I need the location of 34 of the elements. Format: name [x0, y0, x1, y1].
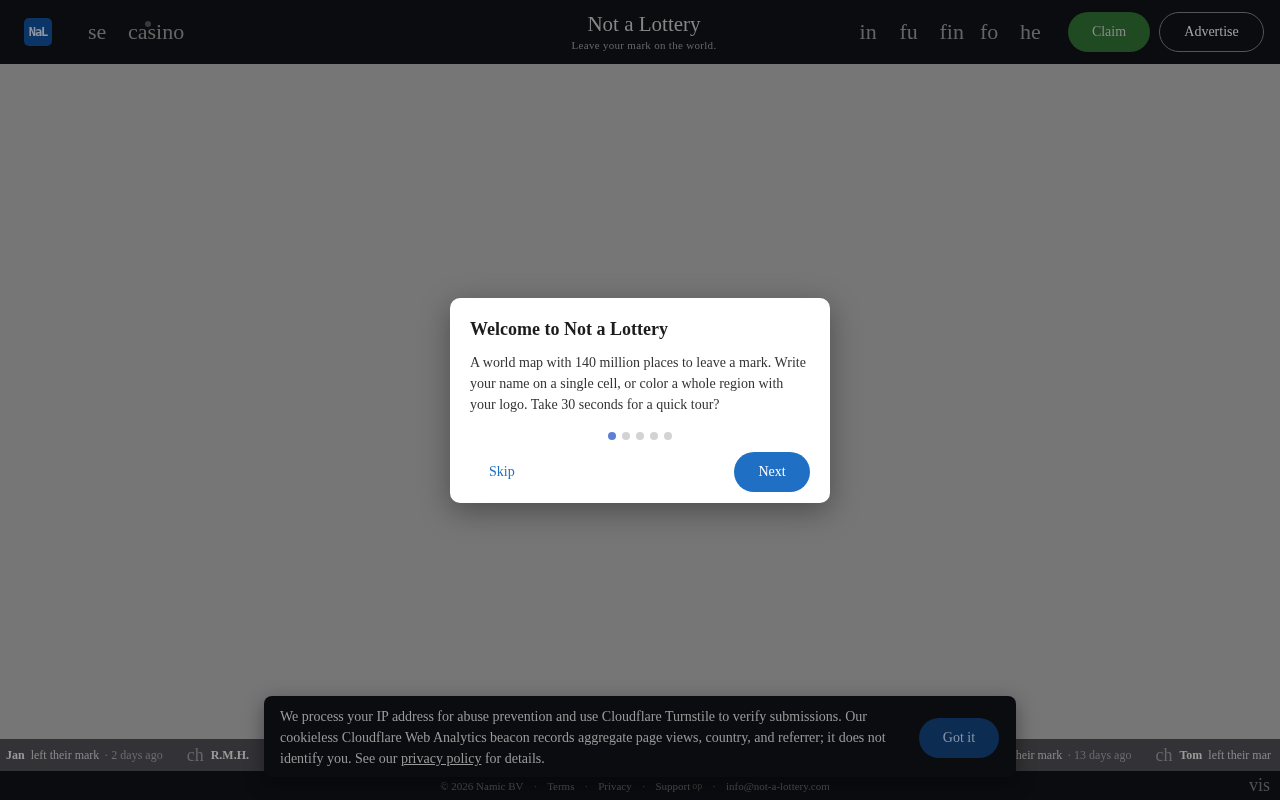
nav-link[interactable]: in [859, 19, 884, 45]
next-button[interactable]: Next [734, 452, 810, 492]
footer-separator: · [584, 779, 589, 792]
skip-button[interactable]: Skip [470, 452, 534, 492]
footer-separator: · [712, 779, 716, 792]
step-dot-icon[interactable] [664, 432, 672, 440]
ticker-action: heir mark [1015, 747, 1063, 763]
site-title: Not a Lottery [587, 12, 701, 36]
step-dot-icon[interactable] [650, 432, 658, 440]
nav-link[interactable]: casino [128, 19, 185, 45]
privacy-policy-link[interactable]: privacy policy [400, 751, 482, 766]
nav-link[interactable]: fin [939, 19, 964, 45]
nav-link[interactable]: fo [980, 19, 1004, 45]
step-dot-icon[interactable] [636, 432, 644, 440]
nav-link[interactable]: he [1020, 19, 1044, 45]
step-dot-icon[interactable] [608, 432, 616, 440]
footer-separator: · [641, 779, 646, 792]
ticker-name: Jan [6, 747, 25, 763]
site-tagline: Leave your mark on the world. [571, 38, 717, 52]
nav-link[interactable]: se [88, 19, 112, 45]
dialog-title: Welcome to Not a Lottery [470, 318, 669, 340]
ticker-name: Tom [1179, 747, 1203, 763]
ticker-name: R.M.H. [210, 747, 249, 763]
dialog-text: A world map with 140 million places to leave a mark. Write your name on a single cell, or color a whole region with your logo. Take 30 seconds for a quick tour? [470, 354, 807, 414]
logo[interactable]: NaL [24, 18, 52, 46]
ticker-action: left their mar [1208, 747, 1271, 763]
nav-link[interactable]: fu [899, 19, 924, 45]
ticker-action: left their mark [30, 747, 100, 763]
footer-separator: · [533, 779, 538, 792]
claim-button[interactable]: Claim [1068, 12, 1150, 52]
corner-glyph[interactable]: vis [1249, 775, 1270, 796]
cookie-text: We process your IP address for abuse prevention and use Cloudflare Turnstile to verify submissions. Our cookieless Cloudflare Web Analytics beacon records aggregate page views, country, and referrer; it does not identify you. See our privacy policy for details. [280, 708, 887, 768]
got-it-button[interactable]: Got it [919, 717, 999, 758]
step-dot-icon[interactable] [622, 432, 630, 440]
